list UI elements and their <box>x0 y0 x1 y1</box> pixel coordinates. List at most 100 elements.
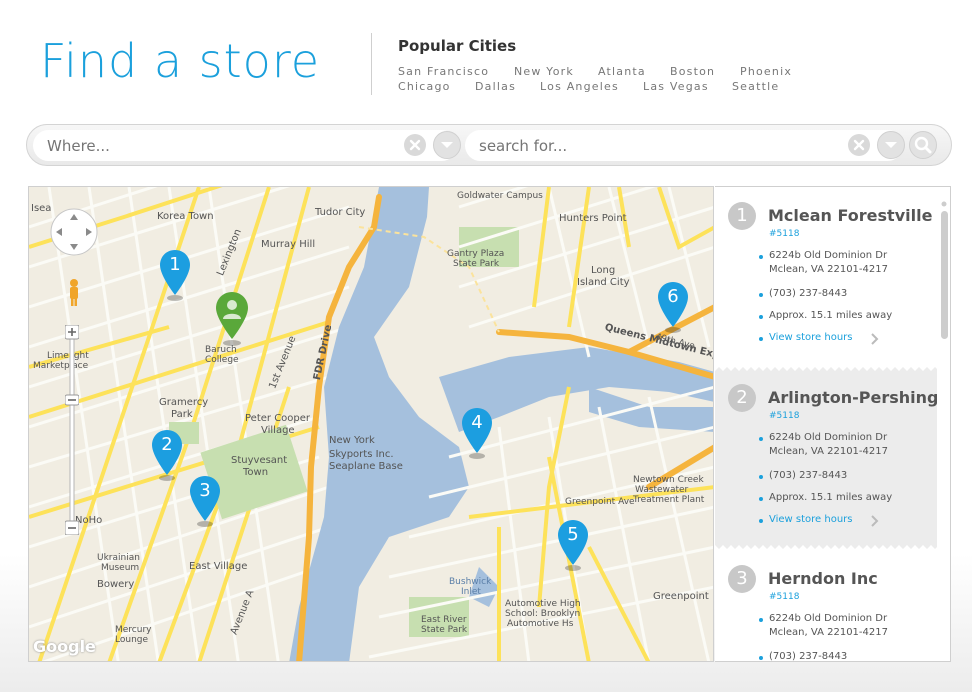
map-pan-control[interactable] <box>49 207 99 257</box>
header-divider <box>371 33 372 95</box>
store-card[interactable]: 2 Arlington-Pershing #5118 6224b Old Dom… <box>715 375 938 541</box>
city-link[interactable]: Chicago <box>398 80 451 93</box>
map-label: College <box>205 355 239 365</box>
store-number-badge: 3 <box>728 565 756 593</box>
bullet-icon <box>759 255 763 259</box>
chevron-right-icon[interactable] <box>871 333 879 345</box>
store-code: #5118 <box>769 411 800 421</box>
store-map[interactable]: Isea Korea Town Tudor City Murray Hill G… <box>28 186 714 662</box>
store-card[interactable]: 3 Herndon Inc #5118 6224b Old Dominion D… <box>715 549 937 662</box>
scroll-up-icon[interactable] <box>940 201 948 207</box>
card-divider <box>715 367 937 375</box>
store-marker-4[interactable]: 4 <box>461 407 493 459</box>
where-input[interactable] <box>33 130 457 161</box>
marker-number: 4 <box>471 412 483 433</box>
page-title: Find a store <box>40 34 321 88</box>
store-name[interactable]: Herndon Inc <box>768 569 878 588</box>
store-number-badge: 1 <box>728 202 756 230</box>
bullet-icon <box>759 618 763 622</box>
search-for-input[interactable] <box>465 130 903 161</box>
city-link[interactable]: Las Vegas <box>643 80 709 93</box>
city-link[interactable]: Boston <box>670 65 715 78</box>
store-marker-6[interactable]: 6 <box>657 281 689 333</box>
store-results-list[interactable]: 1 Mclean Forestville #5118 6224b Old Dom… <box>715 186 951 662</box>
city-link[interactable]: Atlanta <box>598 65 646 78</box>
bullet-icon <box>759 337 763 341</box>
clear-search-button[interactable] <box>845 131 873 159</box>
map-label: Ukrainian <box>97 553 140 563</box>
map-label: Skyports Inc. <box>329 449 394 460</box>
store-card[interactable]: 1 Mclean Forestville #5118 6224b Old Dom… <box>715 187 937 367</box>
clear-icon <box>848 134 870 156</box>
city-link[interactable]: San Francisco <box>398 65 489 78</box>
city-link[interactable]: Phoenix <box>740 65 792 78</box>
marker-number: 3 <box>199 480 211 501</box>
map-label: Town <box>243 467 269 478</box>
bullet-icon <box>759 656 763 660</box>
store-marker-2[interactable]: 2 <box>151 429 183 481</box>
store-marker-3[interactable]: 3 <box>189 475 221 527</box>
bullet-icon <box>759 293 763 297</box>
map-label: Hunters Point <box>559 213 627 224</box>
map-label: Gantry Plaza <box>447 249 505 259</box>
bullet-icon <box>759 475 763 479</box>
view-store-hours-link[interactable]: View store hours <box>769 514 853 525</box>
map-label: State Park <box>421 625 468 635</box>
clear-where-button[interactable] <box>401 131 429 159</box>
map-label: Lounge <box>115 635 149 645</box>
view-store-hours-link[interactable]: View store hours <box>769 332 853 343</box>
map-label: State Park <box>453 259 500 269</box>
city-link[interactable]: New York <box>514 65 574 78</box>
map-label: Gramercy <box>159 397 209 408</box>
bullet-icon <box>759 519 763 523</box>
map-label: East Village <box>189 561 248 572</box>
bullet-icon <box>759 315 763 319</box>
store-address-line1: 6224b Old Dominion Dr <box>769 432 888 443</box>
results-scrollbar[interactable] <box>937 187 950 661</box>
city-link[interactable]: Los Angeles <box>540 80 619 93</box>
store-number-badge: 2 <box>728 384 756 412</box>
zoom-slider[interactable] <box>64 324 80 536</box>
chevron-down-icon <box>885 142 897 148</box>
map-label: Automotive Hs <box>507 619 574 629</box>
current-location-marker[interactable] <box>215 291 249 347</box>
store-address-line1: 6224b Old Dominion Dr <box>769 250 888 261</box>
map-label: Greenpoint Ave <box>565 497 635 507</box>
map-label: New York <box>329 435 375 446</box>
search-icon <box>914 136 932 154</box>
map-label: Peter Cooper <box>245 413 311 424</box>
marker-number: 2 <box>161 434 173 455</box>
map-label: Murray Hill <box>261 239 316 250</box>
store-phone: (703) 237-8443 <box>769 288 848 299</box>
city-link[interactable]: Dallas <box>475 80 516 93</box>
store-address-line2: Mclean, VA 22101-4217 <box>769 264 888 275</box>
map-label: Newtown Creek <box>633 475 704 485</box>
user-pin-icon <box>216 292 248 346</box>
map-label: Museum <box>101 563 140 573</box>
where-dropdown-button[interactable] <box>433 131 461 159</box>
store-name[interactable]: Arlington-Pershing <box>768 388 938 407</box>
bullet-icon <box>759 437 763 441</box>
store-distance: Approx. 15.1 miles away <box>769 310 893 321</box>
map-label: East River <box>421 615 467 625</box>
map-label: Village <box>261 425 295 436</box>
map-label: Treatment Plant <box>633 495 705 505</box>
search-dropdown-button[interactable] <box>877 131 905 159</box>
store-phone: (703) 237-8443 <box>769 651 848 662</box>
map-label: Island City <box>577 277 630 288</box>
map-label: Seaplane Base <box>329 461 403 472</box>
map-label: Bushwick <box>449 577 492 587</box>
chevron-down-icon <box>441 142 453 148</box>
store-marker-5[interactable]: 5 <box>557 519 589 571</box>
chevron-right-icon[interactable] <box>871 515 879 527</box>
city-link[interactable]: Seattle <box>732 80 779 93</box>
store-marker-1[interactable]: 1 <box>159 249 191 301</box>
map-label: Marketplace <box>33 361 89 371</box>
search-button[interactable] <box>909 131 937 159</box>
bullet-icon <box>759 497 763 501</box>
map-label: Bowery <box>97 579 135 590</box>
street-view-pegman-icon[interactable] <box>67 279 81 307</box>
scrollbar-thumb[interactable] <box>941 211 948 339</box>
store-name[interactable]: Mclean Forestville <box>768 206 932 225</box>
search-bar <box>26 124 952 166</box>
